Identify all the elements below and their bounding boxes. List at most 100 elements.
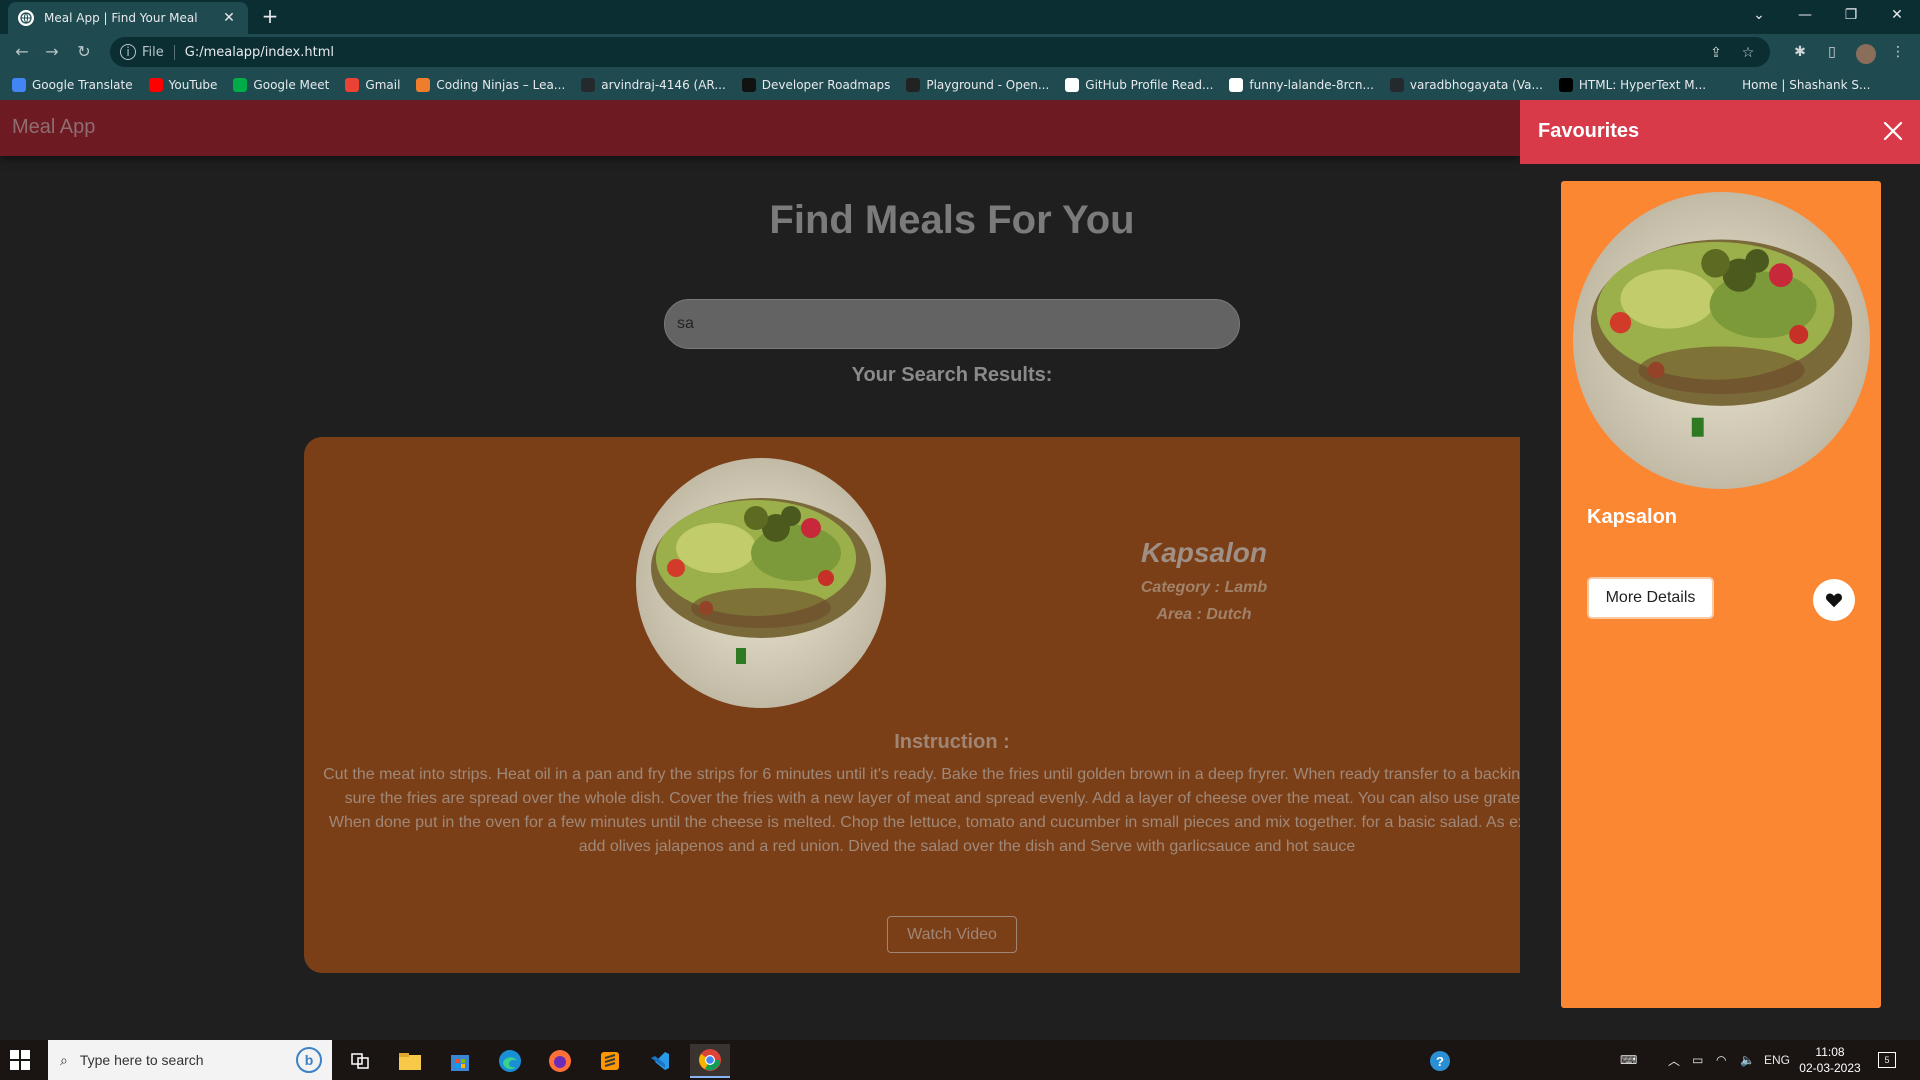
extensions-icon[interactable]: ✱ (1788, 40, 1812, 64)
minimize-button[interactable]: — (1782, 0, 1828, 30)
page-viewport: Meal App Find Meals For You sa Your Sear… (0, 100, 1920, 1040)
bookmark-label: GitHub Profile Read... (1085, 78, 1214, 92)
tab-strip: Meal App | Find Your Meal ✕ + ⌄ — ❐ ✕ (0, 0, 1920, 34)
search-input[interactable]: sa (664, 299, 1240, 349)
browser-tab[interactable]: Meal App | Find Your Meal ✕ (8, 2, 248, 34)
meal-image (636, 458, 886, 708)
info-icon[interactable]: i (120, 44, 136, 60)
heart-icon[interactable] (1813, 579, 1855, 621)
bookmark-favicon-icon (1065, 78, 1080, 92)
bookmark-favicon-icon (345, 78, 360, 92)
meal-result-card: Kapsalon Category : Lamb Area : Dutch In… (304, 437, 1604, 973)
help-icon[interactable]: ? (1420, 1044, 1460, 1078)
bing-icon[interactable]: b (296, 1047, 322, 1073)
url-scheme: File (142, 44, 175, 60)
close-icon[interactable] (1880, 118, 1906, 144)
forward-icon[interactable]: → (40, 40, 64, 64)
bookmark-label: arvindraj-4146 (AR... (601, 78, 726, 92)
bookmark-star-icon[interactable]: ☆ (1736, 41, 1760, 65)
language-indicator[interactable]: ENG (1764, 1040, 1790, 1080)
bookmark-item[interactable]: Gmail (345, 78, 400, 92)
store-icon[interactable] (440, 1044, 480, 1078)
watch-video-button[interactable]: Watch Video (887, 916, 1017, 953)
address-bar[interactable]: i File G:/mealapp/index.html ⇪ ☆ (110, 37, 1770, 67)
bookmark-favicon-icon (416, 78, 431, 92)
app-brand[interactable]: Meal App (12, 116, 95, 139)
meal-area: Area : Dutch (1156, 606, 1252, 623)
favourites-title: Favourites (1538, 120, 1640, 142)
clock[interactable]: 11:08 02-03-2023 (1790, 1044, 1870, 1076)
bookmark-favicon-icon (12, 78, 26, 92)
bookmark-item[interactable]: HTML: HyperText M... (1558, 78, 1706, 92)
bookmark-favicon-icon (906, 78, 921, 92)
globe-icon (18, 10, 34, 26)
search-value: sa (677, 315, 694, 332)
url-text[interactable]: G:/mealapp/index.html (185, 45, 334, 60)
favourite-meal-image (1573, 192, 1870, 489)
bookmark-label: YouTube (168, 78, 218, 92)
meal-name: Kapsalon (1140, 537, 1268, 568)
instruction-text: Cut the meat into strips. Heat oil in a … (323, 766, 1604, 855)
favourite-card: Kapsalon More Details (1561, 181, 1881, 1008)
taskbar-search-input[interactable]: ⌕ Type here to search b (48, 1040, 332, 1080)
tab-title: Meal App | Find Your Meal (44, 11, 198, 25)
clock-date: 02-03-2023 (1799, 1061, 1861, 1075)
bookmark-favicon-icon (581, 78, 596, 92)
bookmark-item[interactable]: arvindraj-4146 (AR... (581, 78, 726, 92)
bookmark-label: Coding Ninjas – Lea... (436, 78, 566, 92)
menu-icon[interactable]: ⋮ (1886, 40, 1910, 64)
profile-avatar[interactable] (1856, 42, 1876, 64)
show-hidden-icons[interactable]: ︿ (1668, 1040, 1680, 1080)
battery-icon[interactable]: ▭ (1692, 1040, 1703, 1080)
bookmark-label: Google Translate (32, 78, 133, 92)
bookmark-item[interactable]: Developer Roadmaps (741, 78, 890, 92)
bookmark-item[interactable]: funny-lalande-8rcn... (1229, 78, 1374, 92)
bookmark-label: funny-lalande-8rcn... (1249, 78, 1374, 92)
tab-search-icon[interactable]: ⌄ (1736, 0, 1782, 30)
chrome-icon[interactable] (690, 1044, 730, 1078)
task-view-icon[interactable] (340, 1044, 380, 1078)
browser-toolbar: ← → ↻ i File G:/mealapp/index.html ⇪ ☆ ✱… (0, 34, 1920, 70)
sublime-text-icon[interactable] (590, 1044, 630, 1078)
more-details-button[interactable]: More Details (1587, 577, 1714, 619)
firefox-icon[interactable] (540, 1044, 580, 1078)
notifications-icon[interactable]: 5 (1878, 1040, 1896, 1080)
bookmark-label: Gmail (365, 78, 401, 92)
file-explorer-icon[interactable] (390, 1044, 430, 1078)
bookmark-item[interactable]: Google Translate (12, 78, 133, 92)
app-navbar: Meal App (0, 100, 1520, 156)
bookmark-item[interactable]: Home | Shashank S... (1722, 78, 1870, 92)
close-window-button[interactable]: ✕ (1874, 0, 1920, 30)
keyboard-icon[interactable]: ⌨ (1620, 1040, 1637, 1080)
bookmark-favicon-icon (1558, 78, 1573, 92)
bookmark-item[interactable]: varadbhogayata (Va... (1389, 78, 1543, 92)
bookmark-favicon-icon (148, 78, 163, 92)
bookmark-item[interactable]: GitHub Profile Read... (1065, 78, 1213, 92)
os-taskbar: ⌕ Type here to search b ? ⌨ ︿ ▭ ◠ 🔈 ENG … (0, 1040, 1920, 1080)
bookmark-item[interactable]: Google Meet (233, 78, 329, 92)
new-tab-button[interactable]: + (258, 4, 282, 28)
favourites-panel: Favourites Kapsalon More Details (1520, 100, 1920, 1040)
favourites-header: Favourites (1520, 100, 1920, 164)
vscode-icon[interactable] (640, 1044, 680, 1078)
back-icon[interactable]: ← (10, 40, 34, 64)
reload-icon[interactable]: ↻ (72, 40, 96, 64)
volume-icon[interactable]: 🔈 (1740, 1040, 1755, 1080)
search-icon: ⌕ (60, 1051, 68, 1068)
restore-button[interactable]: ❐ (1828, 0, 1874, 30)
side-panel-icon[interactable]: ▯ (1820, 40, 1844, 64)
bookmark-label: Google Meet (253, 78, 330, 92)
bookmark-label: Playground - Open... (926, 78, 1050, 92)
share-icon[interactable]: ⇪ (1704, 41, 1728, 65)
bookmark-item[interactable]: YouTube (148, 78, 218, 92)
instruction-heading: Instruction : (894, 731, 1010, 753)
windows-start-icon[interactable] (10, 1050, 30, 1070)
bookmark-item[interactable]: Coding Ninjas – Lea... (416, 78, 565, 92)
bookmark-item[interactable]: Playground - Open... (906, 78, 1049, 92)
bookmarks-bar: Google Translate YouTube Google Meet Gmail C… (0, 70, 1920, 100)
wifi-icon[interactable]: ◠ (1716, 1040, 1726, 1080)
edge-icon[interactable] (490, 1044, 530, 1078)
svg-text:?: ? (1436, 1054, 1444, 1069)
bookmark-label: varadbhogayata (Va... (1409, 78, 1543, 92)
close-tab-icon[interactable]: ✕ (220, 10, 238, 26)
